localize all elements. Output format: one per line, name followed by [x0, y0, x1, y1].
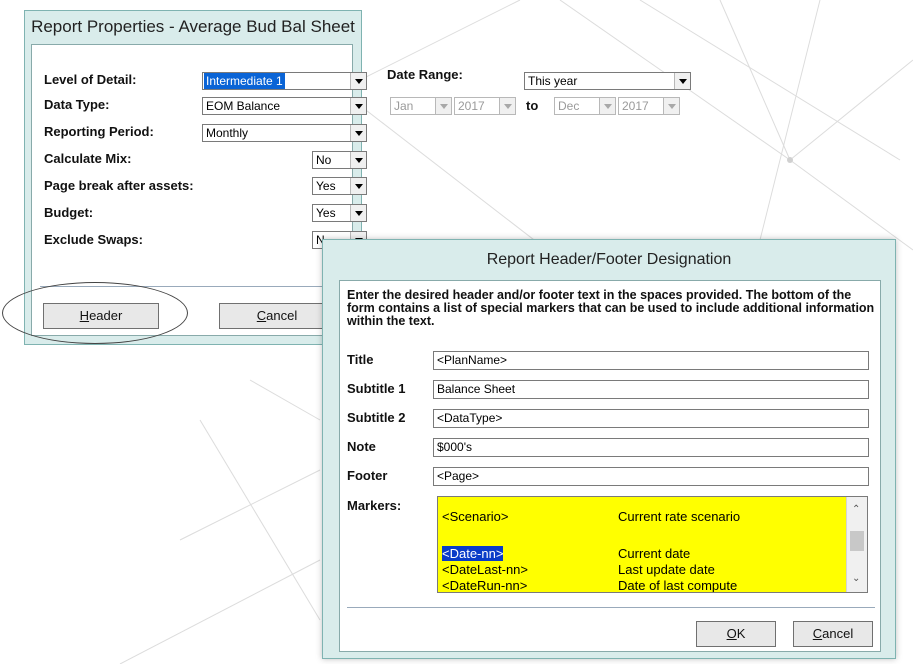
subtitle1-input[interactable]: Balance Sheet	[433, 380, 869, 399]
date-from-month-select[interactable]: Jan	[390, 97, 452, 115]
note-label: Note	[347, 439, 376, 454]
header-footer-window: Report Header/Footer Designation Enter t…	[322, 239, 896, 659]
subtitle1-label: Subtitle 1	[347, 381, 406, 396]
markers-label: Markers:	[347, 498, 402, 513]
list-item[interactable]: <Date-nn> Current date	[442, 546, 690, 562]
ok-button[interactable]: OK	[696, 621, 776, 647]
chevron-down-icon[interactable]	[599, 98, 615, 114]
chevron-down-icon[interactable]	[674, 73, 690, 89]
date-range-label: Date Range:	[387, 67, 463, 82]
window-title: Report Header/Footer Designation	[486, 251, 732, 268]
chevron-down-icon[interactable]	[350, 178, 366, 194]
markers-list[interactable]: <Scenario> Current rate scenario <Date-nn…	[437, 496, 868, 593]
header-footer-client: Enter the desired header and/or footer t…	[339, 280, 881, 652]
budget-select[interactable]: Yes	[312, 204, 367, 222]
separator	[347, 607, 875, 608]
level-of-detail-select[interactable]: Intermediate 1	[202, 72, 367, 90]
list-item[interactable]: <DateRun-nn> Date of last compute	[442, 578, 737, 592]
window-title: Report Properties - Average Bud Bal Shee…	[31, 17, 355, 36]
chevron-up-icon[interactable]: ⌃	[852, 505, 860, 515]
cancel-button[interactable]: Cancel	[793, 621, 873, 647]
reporting-period-select[interactable]: Monthly	[202, 124, 367, 142]
chevron-down-icon[interactable]	[435, 98, 451, 114]
page-break-label: Page break after assets:	[44, 178, 194, 193]
cancel-button[interactable]: Cancel	[219, 303, 335, 329]
note-input[interactable]: $000's	[433, 438, 869, 457]
highlight-ellipse	[2, 282, 188, 344]
chevron-down-icon[interactable]	[350, 73, 366, 89]
data-type-select[interactable]: EOM Balance	[202, 97, 367, 115]
footer-input[interactable]: <Page>	[433, 467, 869, 486]
date-range-select[interactable]: This year	[524, 72, 691, 90]
exclude-swaps-label: Exclude Swaps:	[44, 232, 143, 247]
list-item[interactable]: <Scenario> Current rate scenario	[442, 509, 740, 525]
chevron-down-icon[interactable]	[499, 98, 515, 114]
calculate-mix-select[interactable]: No	[312, 151, 367, 169]
date-to-month-select[interactable]: Dec	[554, 97, 616, 115]
reporting-period-label: Reporting Period:	[44, 124, 154, 139]
scrollbar-thumb[interactable]	[850, 531, 864, 551]
list-item[interactable]: <DateLast-nn> Last update date	[442, 562, 715, 578]
subtitle2-label: Subtitle 2	[347, 410, 406, 425]
chevron-down-icon[interactable]	[350, 152, 366, 168]
subtitle2-input[interactable]: <DataType>	[433, 409, 869, 428]
chevron-down-icon[interactable]: ⌄	[852, 574, 860, 584]
markers-scrollbar[interactable]: ⌃ ⌄	[846, 497, 867, 592]
page-break-select[interactable]: Yes	[312, 177, 367, 195]
title-label: Title	[347, 352, 374, 367]
date-from-year-select[interactable]: 2017	[454, 97, 516, 115]
chevron-down-icon[interactable]	[663, 98, 679, 114]
chevron-down-icon[interactable]	[350, 98, 366, 114]
instructions-text: Enter the desired header and/or footer t…	[347, 288, 875, 328]
level-of-detail-label: Level of Detail:	[44, 72, 137, 87]
footer-label: Footer	[347, 468, 388, 483]
chevron-down-icon[interactable]	[350, 205, 366, 221]
title-input[interactable]: <PlanName>	[433, 351, 869, 370]
budget-label: Budget:	[44, 205, 94, 220]
calculate-mix-label: Calculate Mix:	[44, 151, 132, 166]
date-to-year-select[interactable]: 2017	[618, 97, 680, 115]
chevron-down-icon[interactable]	[350, 125, 366, 141]
date-to-label: to	[526, 98, 539, 113]
data-type-label: Data Type:	[44, 97, 110, 112]
